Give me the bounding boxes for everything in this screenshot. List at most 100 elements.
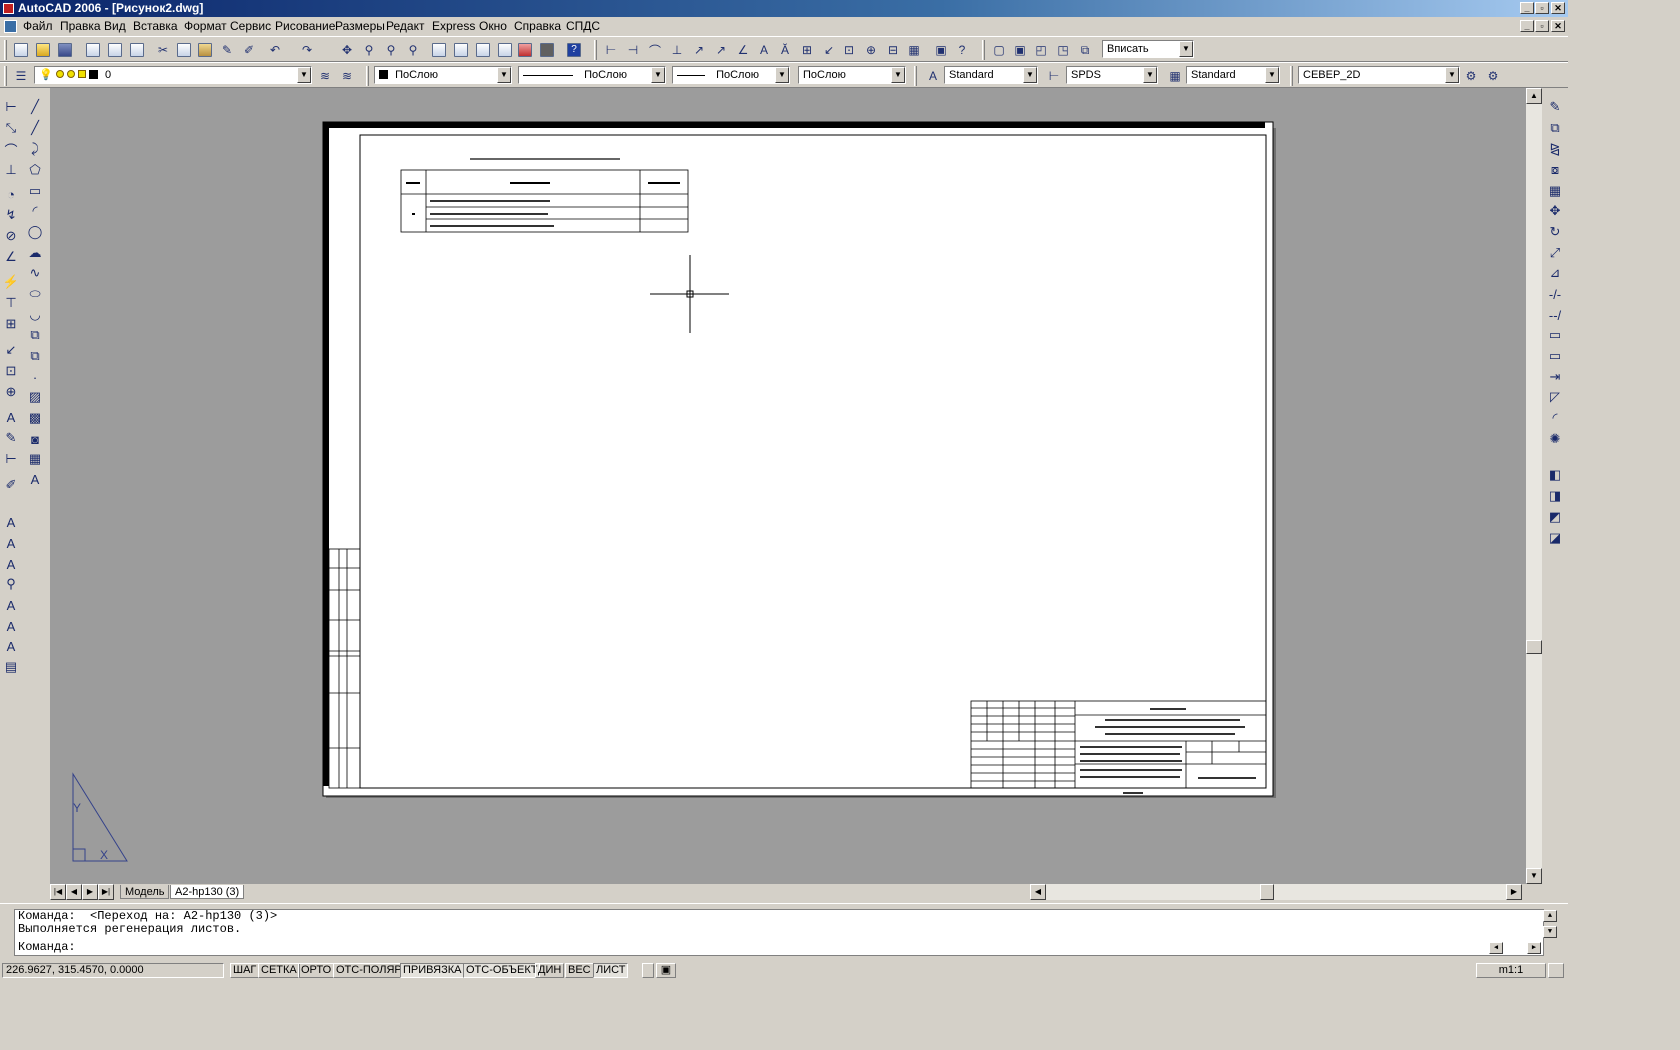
spds-help-icon[interactable]: ? xyxy=(953,41,971,59)
line-icon[interactable]: ╱ xyxy=(25,98,45,116)
doc-restore-button[interactable]: ▫ xyxy=(1535,20,1549,32)
spds-format-icon[interactable]: ▣ xyxy=(932,41,950,59)
toolbar-grip[interactable] xyxy=(914,66,917,86)
document-icon[interactable] xyxy=(4,20,17,33)
draworder-above-icon[interactable]: ◩ xyxy=(1545,508,1565,526)
dim-baseline-icon[interactable]: ⊞ xyxy=(798,41,816,59)
extend-icon[interactable]: --/ xyxy=(1545,306,1565,324)
color-combo[interactable]: ПоСлою ▼ xyxy=(374,66,512,84)
tool-palettes-icon[interactable] xyxy=(474,41,492,59)
status-tray-icon[interactable] xyxy=(1548,963,1564,978)
redo-icon[interactable]: ↷ xyxy=(298,41,316,59)
lineweight-combo[interactable]: ПоСлою ▼ xyxy=(672,66,790,84)
offset-icon[interactable]: ⧇ xyxy=(1545,161,1565,179)
menu-spds[interactable]: СПДС xyxy=(564,19,602,34)
viewport-convert-icon[interactable]: ◳ xyxy=(1054,41,1072,59)
dim-style-icon[interactable]: ⊢ xyxy=(1045,67,1063,85)
dim-radius-icon[interactable]: ↗ xyxy=(690,41,708,59)
open-icon[interactable] xyxy=(34,41,52,59)
make-block-icon[interactable]: ⧉ xyxy=(25,347,45,365)
scroll-right-icon[interactable]: ▶ xyxy=(1506,884,1522,900)
explode-icon[interactable]: ✺ xyxy=(1545,430,1565,448)
doc-minimize-button[interactable]: _ xyxy=(1520,20,1534,32)
toolbar-grip[interactable] xyxy=(366,66,369,86)
dim-angular-icon[interactable]: ∠ xyxy=(1,248,21,266)
draworder-under-icon[interactable]: ◪ xyxy=(1545,529,1565,547)
multiline-text-icon[interactable]: A xyxy=(1,534,21,552)
make-layer-current-icon[interactable]: ≋ xyxy=(316,67,334,85)
draworder-back-icon[interactable]: ◨ xyxy=(1545,487,1565,505)
menu-format[interactable]: Формат xyxy=(182,19,229,34)
table-icon[interactable]: ▦ xyxy=(25,450,45,468)
table-style-icon[interactable]: ▦ xyxy=(1166,67,1184,85)
construction-line-icon[interactable]: ╱ xyxy=(25,119,45,137)
text-style-combo[interactable]: Standard ▼ xyxy=(944,66,1038,84)
dim-edit-icon[interactable]: A xyxy=(1,408,21,426)
paper-toggle[interactable]: ЛИСТ xyxy=(593,963,629,978)
copy-icon[interactable] xyxy=(175,41,193,59)
help-icon[interactable]: ? xyxy=(565,41,583,59)
menu-view[interactable]: Вид xyxy=(102,19,128,34)
zoom-previous-icon[interactable]: ⚲ xyxy=(404,41,422,59)
scroll-down-icon[interactable]: ▼ xyxy=(1526,868,1542,884)
justify-text-icon[interactable]: ▤ xyxy=(1,658,21,676)
menu-help[interactable]: Справка xyxy=(512,19,563,34)
text-icon[interactable]: A xyxy=(755,41,773,59)
close-button[interactable]: ✕ xyxy=(1551,2,1565,14)
polar-toggle[interactable]: ОТС-ПОЛЯР xyxy=(333,963,405,978)
scale-icon[interactable]: ⤢ xyxy=(1545,244,1565,262)
toolbar-grip[interactable] xyxy=(594,40,597,60)
horizontal-scrollbar[interactable]: ◀ ▶ xyxy=(1030,884,1522,900)
chevron-down-icon[interactable]: ▼ xyxy=(651,67,665,83)
move-icon[interactable]: ✥ xyxy=(1545,202,1565,220)
spds-table-icon[interactable]: ▦ xyxy=(905,41,923,59)
menu-modify[interactable]: Редакт xyxy=(384,19,426,34)
tolerance-icon[interactable]: ⊡ xyxy=(1,362,21,380)
toolbar-grip[interactable] xyxy=(4,40,7,60)
chevron-down-icon[interactable]: ▼ xyxy=(1143,67,1157,83)
arc-icon[interactable]: ◜ xyxy=(25,202,45,220)
viewport-clip-icon[interactable]: ⧉ xyxy=(1076,41,1094,59)
mirror-icon[interactable]: ⧎ xyxy=(1545,140,1565,158)
snap-toggle[interactable]: ШАГ xyxy=(230,963,260,978)
publish-icon[interactable] xyxy=(128,41,146,59)
match-properties-icon[interactable]: ✎ xyxy=(218,41,236,59)
dim-linear-icon[interactable]: ⊢ xyxy=(1,98,21,116)
scroll-up-icon[interactable]: ▲ xyxy=(1526,88,1542,104)
polyline-icon[interactable]: ⤸ xyxy=(25,140,45,158)
dim-jogged-icon[interactable]: ↯ xyxy=(1,206,21,224)
find-text-icon[interactable]: ⚲ xyxy=(1,575,21,593)
paste-icon[interactable] xyxy=(196,41,214,59)
block-editor-icon[interactable]: ✐ xyxy=(240,41,258,59)
dyn-toggle[interactable]: ДИН xyxy=(535,963,565,978)
menu-tools[interactable]: Сервис xyxy=(228,19,273,34)
autocad-app-icon[interactable] xyxy=(3,3,14,14)
new-icon[interactable] xyxy=(12,41,30,59)
gradient-icon[interactable]: ▩ xyxy=(25,409,45,427)
calculator-icon[interactable] xyxy=(538,41,556,59)
hatch-icon[interactable]: ▨ xyxy=(25,388,45,406)
command-prompt[interactable]: Команда: xyxy=(18,941,1543,954)
doc-close-button[interactable]: ✕ xyxy=(1551,20,1565,32)
dim-update-icon[interactable]: ⊢ xyxy=(1,450,21,468)
dim-style-icon[interactable]: ✐ xyxy=(1,476,21,494)
scale-text-icon[interactable]: A xyxy=(1,637,21,655)
region-icon[interactable]: ◙ xyxy=(25,430,45,448)
trim-icon[interactable]: -/- xyxy=(1545,285,1565,303)
mtext-icon[interactable]: A xyxy=(25,470,45,488)
vertical-scrollbar[interactable]: ▲ ▼ xyxy=(1526,88,1542,884)
print-icon[interactable] xyxy=(84,41,102,59)
spds-style-combo[interactable]: СЕВЕР_2D ▼ xyxy=(1298,66,1460,84)
tolerance-icon[interactable]: ⊡ xyxy=(840,41,858,59)
cmd-scroll-up-icon[interactable]: ▲ xyxy=(1543,910,1557,922)
menu-express[interactable]: Express xyxy=(430,19,477,34)
lwt-toggle[interactable]: ВЕС xyxy=(565,963,594,978)
chevron-down-icon[interactable]: ▼ xyxy=(497,67,511,83)
horizontal-scroll-thumb[interactable] xyxy=(1260,884,1274,900)
toolbar-grip[interactable] xyxy=(4,66,7,86)
leader-icon[interactable]: ↙ xyxy=(820,41,838,59)
plot-preview-icon[interactable] xyxy=(106,41,124,59)
revision-cloud-icon[interactable]: ☁ xyxy=(25,244,45,262)
properties-icon[interactable] xyxy=(430,41,448,59)
ortho-toggle[interactable]: ОРТО xyxy=(298,963,335,978)
